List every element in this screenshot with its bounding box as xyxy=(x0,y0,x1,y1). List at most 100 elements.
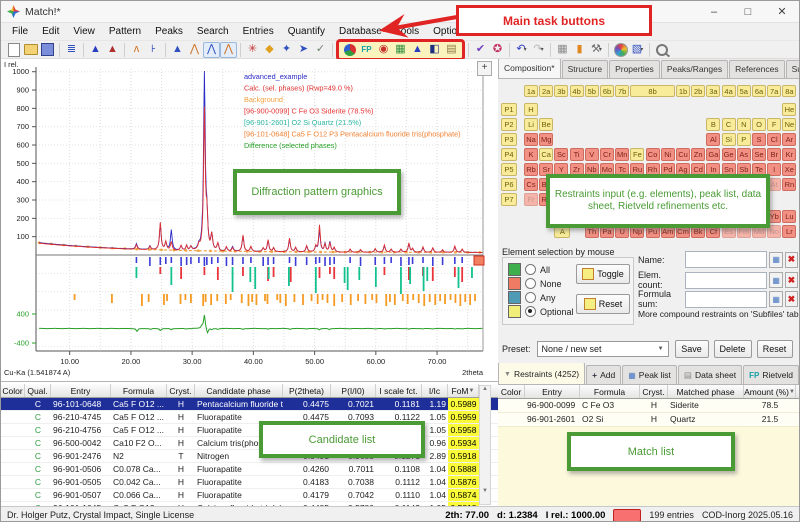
preset-select[interactable]: None / new set ▼ xyxy=(537,341,669,357)
element-se[interactable]: Se xyxy=(752,148,766,161)
match-row[interactable]: 96-901-2601O2 SiHQuartz21.5 xyxy=(498,413,800,427)
match-col-2[interactable]: Formula xyxy=(580,385,640,398)
candidate-scrollbar[interactable]: ▲▼ xyxy=(479,385,491,505)
all-radio[interactable] xyxy=(525,264,536,275)
candidate-col-1[interactable]: Qual. xyxy=(25,384,51,397)
preset-reset-button[interactable]: Reset xyxy=(757,340,793,358)
new-file-icon[interactable] xyxy=(5,42,22,58)
element-as[interactable]: As xyxy=(737,148,751,161)
group-header-5b[interactable]: 5b xyxy=(585,85,599,97)
menu-tools[interactable]: Tools xyxy=(389,24,426,39)
fp-rietveld-icon[interactable]: FP xyxy=(358,42,375,58)
menu-file[interactable]: File xyxy=(5,24,35,39)
fit-peaks-icon[interactable]: ⋀ xyxy=(203,42,220,58)
element-cr[interactable]: Cr xyxy=(600,148,614,161)
element-ga[interactable]: Ga xyxy=(706,148,720,161)
match-col-0[interactable]: Color xyxy=(498,385,525,398)
group-header-2a[interactable]: 2a xyxy=(539,85,553,97)
element-na[interactable]: Na xyxy=(524,133,538,146)
zoom-icon[interactable] xyxy=(653,42,670,58)
subtab-data-sheet[interactable]: ▤Data sheet xyxy=(678,365,742,384)
row-label-p5[interactable]: P5 xyxy=(501,163,517,176)
minimize-button[interactable]: – xyxy=(697,1,731,22)
online-db-icon[interactable]: ✪ xyxy=(489,42,506,58)
group-header-6a[interactable]: 6a xyxy=(752,85,766,97)
element-xe[interactable]: Xe xyxy=(782,163,796,176)
element-v[interactable]: V xyxy=(585,148,599,161)
none-radio[interactable] xyxy=(525,278,536,289)
edit-2theta-icon[interactable]: ▲ xyxy=(104,42,121,58)
approve-icon[interactable]: ✓ xyxy=(312,42,329,58)
element-ti[interactable]: Ti xyxy=(570,148,584,161)
color-wheel-icon[interactable] xyxy=(612,42,629,58)
quantitative-icon[interactable]: ◧ xyxy=(426,42,443,58)
candidate-col-7[interactable]: P(I/I0) xyxy=(331,384,376,397)
tools-icon[interactable]: ⚒▾ xyxy=(588,42,605,58)
menu-search[interactable]: Search xyxy=(190,24,236,39)
element-ca[interactable]: Ca xyxy=(539,148,553,161)
element-sc[interactable]: Sc xyxy=(554,148,568,161)
formula-sum-table-icon[interactable]: ▦ xyxy=(769,291,782,307)
menu-peaks[interactable]: Peaks xyxy=(148,24,190,39)
reset-elements-button[interactable]: Reset xyxy=(576,294,630,314)
preset-delete-button[interactable]: Delete xyxy=(714,340,752,358)
restraints-icon[interactable]: ◆ xyxy=(261,42,278,58)
row-label-p3[interactable]: P3 xyxy=(501,133,517,146)
subtab-peak-list[interactable]: ▦Peak list xyxy=(622,365,677,384)
candidate-row[interactable]: C96-101-0648Ca5 F O12 ...HPentacalcium f… xyxy=(1,398,498,411)
element-cl[interactable]: Cl xyxy=(767,133,781,146)
search-star-icon[interactable]: ✦ xyxy=(278,42,295,58)
element-al[interactable]: Al xyxy=(706,133,720,146)
group-header-1a[interactable]: 1a xyxy=(524,85,538,97)
match-col-3[interactable]: Cryst. xyxy=(640,385,668,398)
single-peak-icon[interactable]: ▲ xyxy=(169,42,186,58)
fit-profile-icon[interactable]: ⋀ xyxy=(220,42,237,58)
row-label-p2[interactable]: P2 xyxy=(501,118,517,131)
open-file-icon[interactable] xyxy=(22,42,39,58)
peak-fit-icon[interactable]: ▲ xyxy=(409,42,426,58)
group-header-7b[interactable]: 7b xyxy=(615,85,629,97)
import-icon[interactable]: ➤ xyxy=(295,42,312,58)
candidate-col-9[interactable]: I/Ic xyxy=(422,384,448,397)
subtab-restraints--4252-[interactable]: ▼Restraints (4252) xyxy=(498,363,585,384)
element-fe[interactable]: Fe xyxy=(630,148,644,161)
element-rn[interactable]: Rn xyxy=(782,178,796,191)
candidate-row[interactable]: C96-901-0507C0.066 Ca...HFluorapatite0.4… xyxy=(1,489,498,502)
double-peak-icon[interactable]: ⋀ xyxy=(186,42,203,58)
element-h[interactable]: H xyxy=(524,103,538,116)
group-header-7a[interactable]: 7a xyxy=(767,85,781,97)
candidate-col-6[interactable]: P(2theta) xyxy=(283,384,331,397)
formula-sum-input[interactable] xyxy=(685,291,767,308)
element-p[interactable]: P xyxy=(737,133,751,146)
tab-composition-[interactable]: Composition* xyxy=(498,59,561,78)
tab-subfiles[interactable]: Subfiles xyxy=(786,60,800,78)
clipboard-icon[interactable]: ▮ xyxy=(571,42,588,58)
menu-quantify[interactable]: Quantify xyxy=(281,24,332,39)
group-header-2b[interactable]: 2b xyxy=(691,85,705,97)
peak-search-icon[interactable]: ʌ xyxy=(128,42,145,58)
save-file-icon[interactable] xyxy=(39,42,56,58)
candidate-row[interactable]: C96-901-0506C0.078 Ca...HFluorapatite0.4… xyxy=(1,463,498,476)
tab-peaks-ranges[interactable]: Peaks/Ranges xyxy=(661,60,728,78)
optional-radio[interactable] xyxy=(525,306,536,317)
group-header-6b[interactable]: 6b xyxy=(600,85,614,97)
element-o[interactable]: O xyxy=(752,118,766,131)
row-label-p7[interactable]: P7 xyxy=(501,193,517,206)
elem--count-clear-icon[interactable]: ✖ xyxy=(785,272,798,288)
row-label-p1[interactable]: P1 xyxy=(501,103,517,116)
validate-icon[interactable]: ✔ xyxy=(472,42,489,58)
candidate-col-3[interactable]: Formula xyxy=(111,384,167,397)
identify-phase-icon[interactable]: ◉ xyxy=(375,42,392,58)
candidate-col-4[interactable]: Cryst. xyxy=(167,384,195,397)
candidate-row[interactable]: C96-901-0505C0.042 Ca...HFluorapatite0.4… xyxy=(1,476,498,489)
elem--count-input[interactable] xyxy=(685,272,767,289)
element-co[interactable]: Co xyxy=(646,148,660,161)
match-col-5[interactable]: Amount (%) ▼ xyxy=(744,385,796,398)
tab-structure[interactable]: Structure xyxy=(562,60,609,78)
match-col-4[interactable]: Matched phase xyxy=(668,385,744,398)
element-k[interactable]: K xyxy=(524,148,538,161)
menu-view[interactable]: View xyxy=(66,24,102,39)
report-icon[interactable]: ▤ xyxy=(443,42,460,58)
tab-references[interactable]: References xyxy=(729,60,784,78)
element-fr[interactable]: Fr xyxy=(524,193,538,206)
